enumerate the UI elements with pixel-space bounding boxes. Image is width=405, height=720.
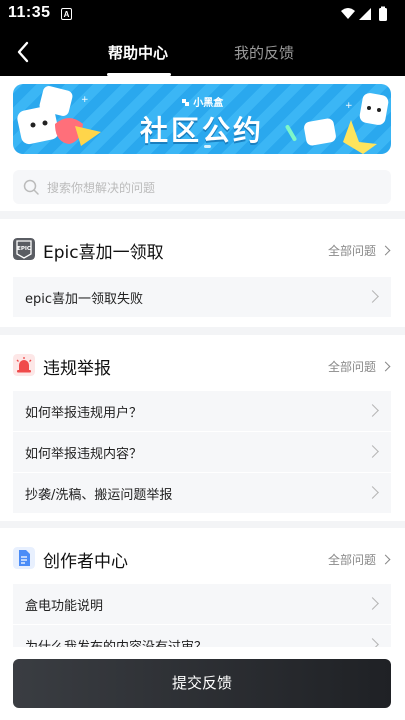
list-item[interactable]: 如何举报违规用户？ <box>13 391 391 431</box>
search-placeholder: 搜索你想解决的问题 <box>47 181 156 195</box>
list-item[interactable]: epic喜加一领取失败 <box>13 277 391 317</box>
xiaoheihe-logo-icon <box>181 99 189 106</box>
battery-icon <box>379 8 387 21</box>
list-item-label: epic喜加一领取失败 <box>25 292 144 307</box>
system-status-icons <box>341 6 387 21</box>
section-epic: EPIC Epic喜加一领取 全部问题 epic喜加一领取失败 <box>0 219 405 327</box>
section-header: EPIC Epic喜加一领取 全部问题 <box>13 237 391 263</box>
submit-feedback-button[interactable]: 提交反馈 <box>13 659 391 708</box>
scroll-content[interactable]: + + 小黑盒 社区公约 搜索你想解决的问题 EPIC Epic喜加一领取 全部… <box>0 76 405 720</box>
banner-logo: 小黑盒 <box>13 94 391 109</box>
tab-help-center[interactable]: 帮助中心 <box>108 42 168 63</box>
list-item-label: 盒电功能说明 <box>25 599 104 614</box>
list-item[interactable]: 如何举报违规内容？ <box>13 432 391 472</box>
bottom-action-bar: 提交反馈 <box>0 647 405 720</box>
list-item-label: 抄袭/洗稿、搬运问题举报 <box>25 488 173 503</box>
list-item-label: 如何举报违规内容？ <box>25 447 143 462</box>
search-input[interactable]: 搜索你想解决的问题 <box>13 170 391 204</box>
list-item[interactable]: 抄袭/洗稿、搬运问题举报 <box>13 473 391 513</box>
back-arrow-icon[interactable] <box>12 40 36 64</box>
chevron-right-icon <box>366 404 379 417</box>
sim-notification-icon: A <box>61 8 72 20</box>
chevron-right-icon <box>366 486 379 499</box>
section-title: 创作者中心 <box>43 552 128 572</box>
chevron-right-icon <box>366 445 379 458</box>
section-header: 创作者中心 全部问题 <box>13 546 391 572</box>
community-rules-banner[interactable]: + + 小黑盒 社区公约 <box>13 84 391 154</box>
list-item-label: 如何举报违规用户？ <box>25 406 143 421</box>
section-title: Epic喜加一领取 <box>43 243 164 263</box>
chevron-right-icon <box>366 290 379 303</box>
banner-logo-text: 小黑盒 <box>193 98 224 109</box>
tab-my-feedback[interactable]: 我的反馈 <box>234 42 294 63</box>
svg-text:EPIC: EPIC <box>17 246 31 252</box>
list-item[interactable]: 盒电功能说明 <box>13 584 391 624</box>
search-icon <box>23 179 39 195</box>
section-title: 违规举报 <box>43 359 111 379</box>
signal-icon <box>359 8 371 20</box>
section-violation-report: 违规举报 全部问题 如何举报违规用户？ 如何举报违规内容？ 抄袭/洗稿、搬运问题… <box>0 335 405 521</box>
header-card: + + 小黑盒 社区公约 搜索你想解决的问题 <box>0 76 405 211</box>
all-questions-link[interactable]: 全部问题 <box>328 242 389 259</box>
status-time: 11:35 <box>8 4 51 21</box>
top-nav-bar: 帮助中心 我的反馈 <box>0 28 405 76</box>
all-questions-link[interactable]: 全部问题 <box>328 551 389 568</box>
epic-logo-icon: EPIC <box>13 238 35 260</box>
status-bar: 11:35 A <box>0 0 405 28</box>
chevron-right-icon <box>366 597 379 610</box>
section-header: 违规举报 全部问题 <box>13 353 391 379</box>
banner-page-indicator <box>204 145 211 148</box>
all-questions-link[interactable]: 全部问题 <box>328 358 389 375</box>
alarm-siren-icon <box>13 354 35 376</box>
wifi-icon <box>341 8 355 19</box>
banner-title: 社区公约 <box>139 114 264 147</box>
document-icon <box>13 547 35 569</box>
